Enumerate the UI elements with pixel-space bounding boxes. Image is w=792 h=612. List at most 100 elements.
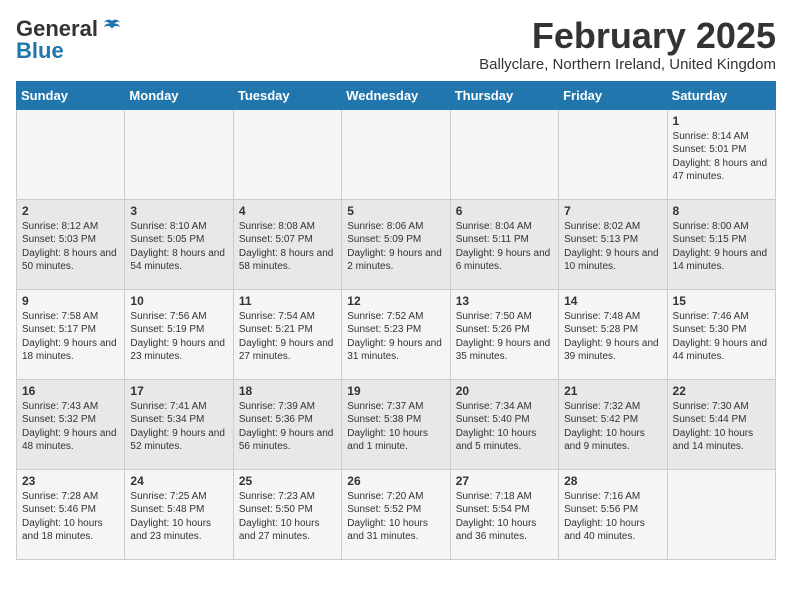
calendar-cell: 26Sunrise: 7:20 AMSunset: 5:52 PMDayligh… bbox=[342, 469, 450, 559]
calendar-cell: 22Sunrise: 7:30 AMSunset: 5:44 PMDayligh… bbox=[667, 379, 775, 469]
calendar-cell bbox=[667, 469, 775, 559]
cell-line: Sunset: 5:54 PM bbox=[456, 504, 530, 515]
cell-line: Sunrise: 7:56 AM bbox=[130, 311, 206, 322]
cell-line: Daylight: 10 hours and 14 minutes. bbox=[673, 428, 754, 453]
cell-line: Daylight: 9 hours and 23 minutes. bbox=[130, 338, 225, 363]
cell-line: Sunrise: 7:50 AM bbox=[456, 311, 532, 322]
cell-line: Sunrise: 8:04 AM bbox=[456, 221, 532, 232]
cell-line: Sunset: 5:03 PM bbox=[22, 234, 96, 245]
cell-line: Sunrise: 7:54 AM bbox=[239, 311, 315, 322]
cell-line: Daylight: 9 hours and 6 minutes. bbox=[456, 248, 551, 273]
cell-line: Daylight: 10 hours and 9 minutes. bbox=[564, 428, 645, 453]
calendar-cell: 14 Sunrise: 7:48 AM Sunset: 5:28 PM Dayligh… bbox=[559, 289, 667, 379]
calendar-cell: 2Sunrise: 8:12 AMSunset: 5:03 PMDaylight… bbox=[17, 199, 125, 289]
calendar-table: SundayMondayTuesdayWednesdayThursdayFrid… bbox=[16, 81, 776, 560]
cell-line: Sunset: 5:11 PM bbox=[456, 234, 529, 245]
cell-line: Sunrise: 7:39 AM bbox=[239, 401, 315, 412]
cell-line: Daylight: 10 hours and 36 minutes. bbox=[456, 518, 537, 543]
cell-line: Sunrise: 7:48 AM bbox=[564, 311, 640, 322]
cell-line: Daylight: 8 hours and 47 minutes. bbox=[673, 158, 768, 183]
cell-content: Sunrise: 8:00 AMSunset: 5:15 PMDaylight:… bbox=[673, 220, 770, 274]
cell-line: Daylight: 9 hours and 35 minutes. bbox=[456, 338, 551, 363]
day-number: 11 bbox=[239, 294, 336, 308]
day-number: 10 bbox=[130, 294, 227, 308]
cell-content: Sunrise: 7:16 AMSunset: 5:56 PMDaylight:… bbox=[564, 490, 661, 544]
calendar-cell bbox=[342, 109, 450, 199]
cell-content: Sunrise: 7:54 AMSunset: 5:21 PMDaylight:… bbox=[239, 310, 336, 364]
cell-line: Sunset: 5:19 PM bbox=[130, 324, 204, 335]
cell-line: Sunset: 5:13 PM bbox=[564, 234, 638, 245]
day-number: 7 bbox=[564, 204, 661, 218]
calendar-cell bbox=[559, 109, 667, 199]
day-number: 20 bbox=[456, 384, 553, 398]
cell-content: Sunrise: 7:18 AM Sunset: 5:54 PM Daylight:… bbox=[456, 490, 553, 544]
calendar-cell: 13Sunrise: 7:50 AMSunset: 5:26 PMDayligh… bbox=[450, 289, 558, 379]
cell-line: Daylight: 8 hours and 54 minutes. bbox=[130, 248, 225, 273]
cell-content: Sunrise: 7:46 AMSunset: 5:30 PMDaylight:… bbox=[673, 310, 770, 364]
calendar-cell: 3Sunrise: 8:10 AMSunset: 5:05 PMDaylight… bbox=[125, 199, 233, 289]
cell-content: Sunrise: 7:41 AMSunset: 5:34 PMDaylight:… bbox=[130, 400, 227, 454]
day-number: 28 bbox=[564, 474, 661, 488]
cell-line: Sunset: 5:46 PM bbox=[22, 504, 96, 515]
cell-line: Daylight: 10 hours and 5 minutes. bbox=[456, 428, 537, 453]
cell-line: Sunset: 5:21 PM bbox=[239, 324, 313, 335]
day-number: 24 bbox=[130, 474, 227, 488]
cell-content: Sunrise: 7:50 AM Sunset: 5:26 PM Daylight:… bbox=[456, 310, 553, 364]
cell-line: Sunrise: 7:28 AM bbox=[22, 491, 98, 502]
cell-content: Sunrise: 7:58 AMSunset: 5:17 PMDaylight:… bbox=[22, 310, 119, 364]
cell-line: Sunset: 5:28 PM bbox=[564, 324, 638, 335]
day-number: 4 bbox=[239, 204, 336, 218]
cell-line: Sunrise: 7:25 AM bbox=[130, 491, 206, 502]
cell-content: Sunrise: 7:56 AM Sunset: 5:19 PM Daylight:… bbox=[130, 310, 227, 364]
calendar-cell: 9Sunrise: 7:58 AMSunset: 5:17 PMDaylight… bbox=[17, 289, 125, 379]
cell-line: Sunrise: 7:34 AM bbox=[456, 401, 532, 412]
cell-line: Sunset: 5:52 PM bbox=[347, 504, 421, 515]
column-header-wednesday: Wednesday bbox=[342, 81, 450, 109]
page-title: February 2025 bbox=[479, 16, 776, 56]
cell-line: Sunrise: 8:12 AM bbox=[22, 221, 98, 232]
cell-line: Sunrise: 7:16 AM bbox=[564, 491, 640, 502]
column-header-tuesday: Tuesday bbox=[233, 81, 341, 109]
cell-content: Sunrise: 7:39 AMSunset: 5:36 PMDaylight:… bbox=[239, 400, 336, 454]
cell-line: Sunrise: 8:10 AM bbox=[130, 221, 206, 232]
day-number: 3 bbox=[130, 204, 227, 218]
cell-line: Sunrise: 8:14 AM bbox=[673, 131, 749, 142]
cell-line: Daylight: 9 hours and 39 minutes. bbox=[564, 338, 659, 363]
calendar-cell: 24Sunrise: 7:25 AMSunset: 5:48 PMDayligh… bbox=[125, 469, 233, 559]
cell-line: Sunset: 5:15 PM bbox=[673, 234, 747, 245]
cell-content: Sunrise: 7:52 AMSunset: 5:23 PMDaylight:… bbox=[347, 310, 444, 364]
calendar-week-row: 23 Sunrise: 7:28 AM Sunset: 5:46 PM Dayligh… bbox=[17, 469, 776, 559]
day-number: 14 bbox=[564, 294, 661, 308]
calendar-cell: 6Sunrise: 8:04 AMSunset: 5:11 PMDaylight… bbox=[450, 199, 558, 289]
day-number: 21 bbox=[564, 384, 661, 398]
day-number: 16 bbox=[22, 384, 119, 398]
cell-content: Sunrise: 8:14 AM Sunset: 5:01 PM Daylight:… bbox=[673, 130, 770, 184]
cell-line: Daylight: 9 hours and 2 minutes. bbox=[347, 248, 442, 273]
calendar-cell bbox=[450, 109, 558, 199]
calendar-cell: 20 Sunrise: 7:34 AMSunset: 5:40 PMDayligh… bbox=[450, 379, 558, 469]
cell-line: Sunset: 5:26 PM bbox=[456, 324, 530, 335]
cell-line: Sunset: 5:48 PM bbox=[130, 504, 204, 515]
day-number: 25 bbox=[239, 474, 336, 488]
cell-content: Sunrise: 8:08 AMSunset: 5:07 PMDaylight:… bbox=[239, 220, 336, 274]
calendar-cell bbox=[125, 109, 233, 199]
cell-content: Sunrise: 7:30 AMSunset: 5:44 PMDaylight:… bbox=[673, 400, 770, 454]
day-number: 1 bbox=[673, 114, 770, 128]
calendar-cell: 25 Sunrise: 7:23 AMSunset: 5:50 PMDayligh… bbox=[233, 469, 341, 559]
cell-content: Sunrise: 7:23 AMSunset: 5:50 PMDaylight:… bbox=[239, 490, 336, 544]
cell-line: Daylight: 10 hours and 40 minutes. bbox=[564, 518, 645, 543]
calendar-cell: 16Sunrise: 7:43 AMSunset: 5:32 PMDayligh… bbox=[17, 379, 125, 469]
cell-line: Daylight: 8 hours and 58 minutes. bbox=[239, 248, 334, 273]
cell-line: Sunset: 5:17 PM bbox=[22, 324, 96, 335]
day-number: 23 bbox=[22, 474, 119, 488]
calendar-cell: 23Sunrise: 7:28 AMSunset: 5:46 PMDayligh… bbox=[17, 469, 125, 559]
day-number: 19 bbox=[347, 384, 444, 398]
calendar-cell: 7Sunrise: 8:02 AMSunset: 5:13 PMDaylight… bbox=[559, 199, 667, 289]
cell-line: Sunset: 5:01 PM bbox=[673, 144, 747, 155]
day-number: 17 bbox=[130, 384, 227, 398]
column-header-sunday: Sunday bbox=[17, 81, 125, 109]
cell-line: Sunrise: 7:18 AM bbox=[456, 491, 532, 502]
calendar-cell: 18Sunrise: 7:39 AMSunset: 5:36 PMDayligh… bbox=[233, 379, 341, 469]
cell-content: Sunrise: 7:34 AMSunset: 5:40 PMDaylight:… bbox=[456, 400, 553, 454]
cell-line: Sunrise: 7:46 AM bbox=[673, 311, 749, 322]
